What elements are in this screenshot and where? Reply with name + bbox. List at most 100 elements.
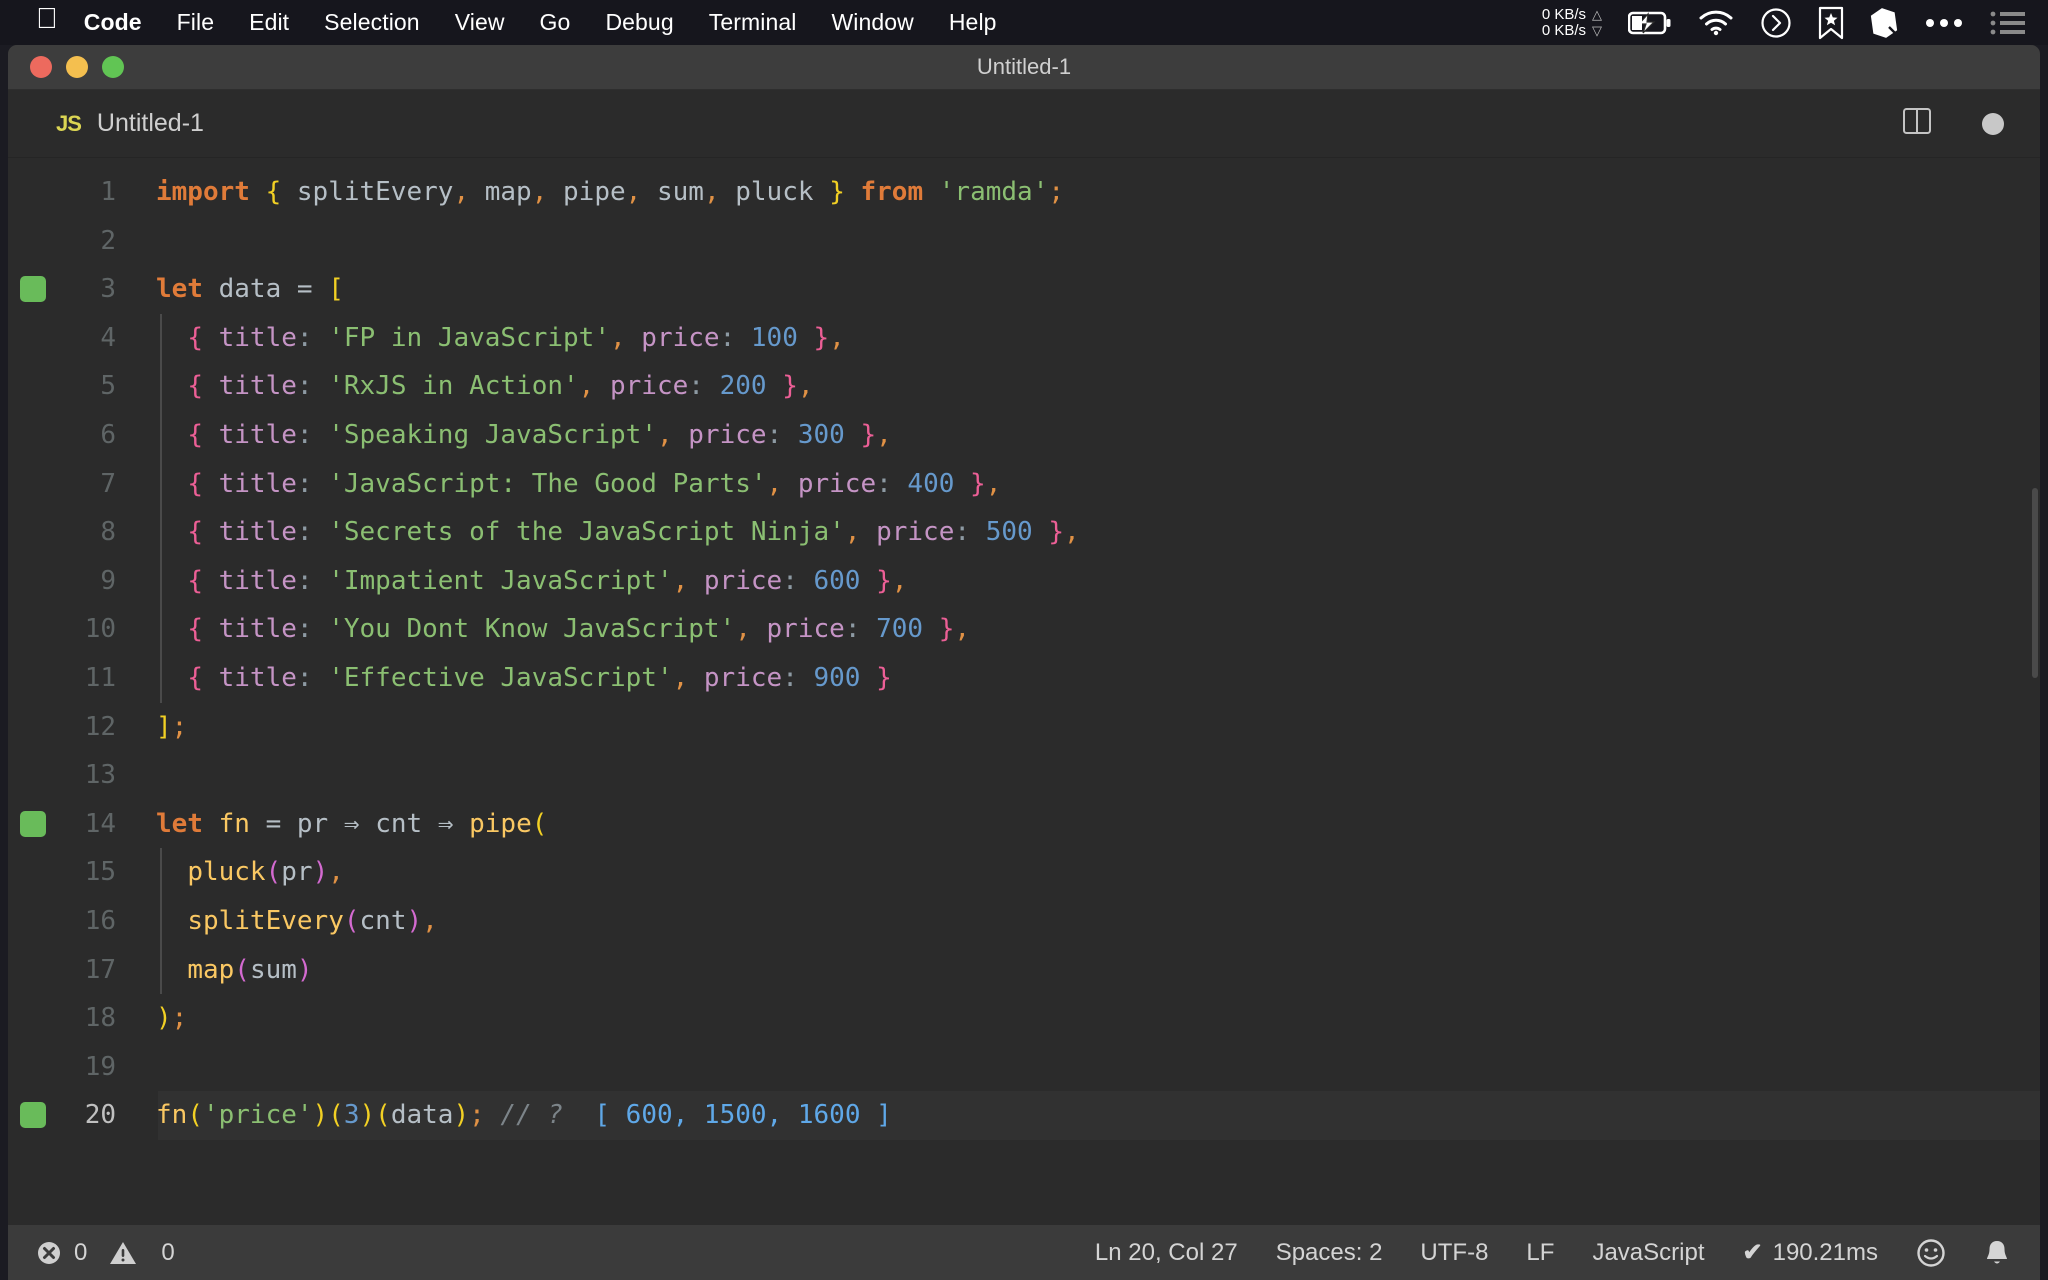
line-content[interactable]: { title: 'FP in JavaScript', price: 100 … — [156, 314, 845, 363]
line-content[interactable]: { title: 'RxJS in Action', price: 200 }, — [156, 362, 814, 411]
token-num: 600 — [813, 565, 861, 596]
code-line-7[interactable]: 7 { title: 'JavaScript: The Good Parts',… — [8, 459, 2040, 509]
menu-item-window[interactable]: Window — [831, 9, 913, 36]
code-line-6[interactable]: 6 { title: 'Speaking JavaScript', price:… — [8, 410, 2040, 460]
line-content[interactable]: let data = [ — [156, 265, 344, 314]
token-ident — [203, 614, 219, 644]
code-line-12[interactable]: 12]; — [8, 703, 2040, 752]
code-line-10[interactable]: 10 { title: 'You Dont Know JavaScript', … — [8, 605, 2040, 654]
menu-item-terminal[interactable]: Terminal — [709, 9, 797, 36]
code-line-2[interactable]: 2 — [8, 217, 2040, 266]
token-ident — [485, 1100, 501, 1130]
token-colon: : — [296, 662, 313, 693]
gutter-marker-icon[interactable] — [20, 276, 46, 303]
line-content[interactable]: { title: 'Impatient JavaScript', price: … — [156, 557, 907, 606]
battery-charging-icon[interactable] — [1628, 11, 1672, 35]
token-brace-p: } — [860, 419, 877, 450]
line-content[interactable]: { title: 'JavaScript: The Good Parts', p… — [156, 460, 1001, 509]
list-icon[interactable] — [1990, 10, 2026, 36]
token-punc: , — [625, 177, 642, 207]
line-content[interactable]: ); — [156, 994, 187, 1043]
token-colon: : — [876, 468, 892, 499]
token-brace-p: { — [187, 662, 203, 693]
code-line-3[interactable]: 3 let data = [ — [8, 265, 2040, 314]
token-ident — [250, 809, 266, 839]
code-line-11[interactable]: 11 { title: 'Effective JavaScript', pric… — [8, 653, 2040, 703]
menu-item-help[interactable]: Help — [949, 9, 997, 36]
unsaved-dot-icon[interactable] — [1982, 112, 2004, 135]
line-content[interactable]: map(sum) — [156, 946, 312, 995]
line-content[interactable]: { title: 'Speaking JavaScript', price: 3… — [156, 411, 891, 460]
editor-scrollbar[interactable] — [2032, 488, 2038, 678]
token-brace-p: } — [876, 565, 892, 596]
menu-item-view[interactable]: View — [455, 9, 505, 36]
statusbar-language-mode[interactable]: JavaScript — [1592, 1239, 1704, 1267]
token-punc: , — [829, 322, 845, 353]
menu-item-file[interactable]: File — [177, 9, 214, 36]
statusbar-feedback[interactable] — [1916, 1238, 1946, 1268]
code-line-20[interactable]: 20 fn('price')(3)(data); // ? [ 600, 1500… — [8, 1091, 2040, 1140]
line-content[interactable]: splitEvery(cnt), — [156, 897, 437, 946]
token-arrow: ⇒ — [343, 808, 360, 839]
token-punc: , — [766, 468, 783, 499]
code-line-18[interactable]: 18); — [8, 994, 2040, 1043]
menu-item-code[interactable]: Code — [84, 9, 142, 36]
token-prop: title — [218, 614, 297, 645]
token-colon: : — [296, 419, 313, 450]
apple-logo-icon[interactable]:  — [36, 5, 58, 34]
token-ident — [688, 566, 704, 596]
statusbar-problems[interactable]: 0 0 — [36, 1239, 175, 1267]
code-line-15[interactable]: 15 pluck(pr), — [8, 848, 2040, 897]
code-line-4[interactable]: 4 { title: 'FP in JavaScript', price: 10… — [8, 313, 2040, 363]
line-content[interactable]: import { splitEvery, map, pipe, sum, plu… — [156, 168, 1064, 217]
statusbar-cursor-position[interactable]: Ln 20, Col 27 — [1095, 1239, 1238, 1267]
menu-item-go[interactable]: Go — [540, 9, 571, 36]
code-line-1[interactable]: 1 import { splitEvery, map, pipe, sum, pl… — [8, 168, 2040, 217]
gutter-marker-icon[interactable] — [20, 1102, 46, 1129]
statusbar-indentation[interactable]: Spaces: 2 — [1276, 1239, 1383, 1267]
vscode-window: Untitled-1 JS Untitled-1 1 import { split… — [8, 45, 2040, 1280]
statusbar-notifications[interactable] — [1984, 1238, 2010, 1268]
menu-item-debug[interactable]: Debug — [605, 9, 673, 36]
menu-item-selection[interactable]: Selection — [324, 9, 420, 36]
statusbar-runtime[interactable]: ✔ 190.21ms — [1742, 1238, 1878, 1267]
shape-icon[interactable] — [1870, 7, 1898, 39]
token-ident: cnt — [359, 905, 407, 936]
line-content[interactable]: fn('price')(3)(data); // ? [ 600, 1500, … — [156, 1091, 892, 1140]
code-line-14[interactable]: 14 let fn = pr ⇒ cnt ⇒ pipe( — [8, 800, 2040, 849]
token-ident — [328, 809, 344, 839]
code-line-5[interactable]: 5 { title: 'RxJS in Action', price: 200 … — [8, 362, 2040, 411]
ellipsis-icon[interactable] — [1924, 17, 1964, 29]
code-line-13[interactable]: 13 — [8, 751, 2040, 800]
token-ident — [469, 177, 485, 207]
line-content[interactable]: pluck(pr), — [156, 848, 344, 897]
statusbar-eol[interactable]: LF — [1526, 1239, 1554, 1267]
wifi-icon[interactable] — [1698, 10, 1734, 36]
line-content[interactable]: { title: 'Effective JavaScript', price: … — [156, 654, 891, 703]
token-punc: , — [797, 371, 814, 402]
tab-untitled-1[interactable]: JS Untitled-1 — [8, 90, 338, 157]
network-speed-indicator[interactable]: 0 KB/s 0 KB/s △ ▽ — [1542, 6, 1602, 39]
split-editor-icon[interactable] — [1902, 106, 1932, 141]
code-line-19[interactable]: 19 — [8, 1043, 2040, 1092]
line-content[interactable]: { title: 'Secrets of the JavaScript Ninj… — [156, 508, 1079, 557]
line-content[interactable]: ]; — [156, 703, 187, 752]
token-prop: title — [218, 565, 297, 596]
gutter-marker-icon[interactable] — [20, 810, 46, 837]
token-ident — [641, 177, 657, 207]
token-ident — [156, 517, 187, 547]
statusbar-encoding[interactable]: UTF-8 — [1420, 1239, 1488, 1267]
code-line-16[interactable]: 16 splitEvery(cnt), — [8, 896, 2040, 946]
code-editor[interactable]: 1 import { splitEvery, map, pipe, sum, pl… — [8, 158, 2040, 1158]
menu-item-edit[interactable]: Edit — [249, 9, 289, 36]
circle-chevron-icon[interactable] — [1760, 7, 1792, 39]
bookmark-star-icon[interactable] — [1818, 6, 1844, 40]
token-str: 'Secrets of the JavaScript Ninja' — [328, 517, 845, 548]
code-line-8[interactable]: 8 { title: 'Secrets of the JavaScript Ni… — [8, 508, 2040, 557]
line-content[interactable]: let fn = pr ⇒ cnt ⇒ pipe( — [156, 800, 547, 849]
token-ident — [156, 420, 187, 450]
code-line-9[interactable]: 9 { title: 'Impatient JavaScript', price… — [8, 556, 2040, 606]
line-content[interactable]: { title: 'You Dont Know JavaScript', pri… — [156, 605, 970, 654]
token-punc: , — [985, 468, 1002, 499]
code-line-17[interactable]: 17 map(sum) — [8, 945, 2040, 995]
